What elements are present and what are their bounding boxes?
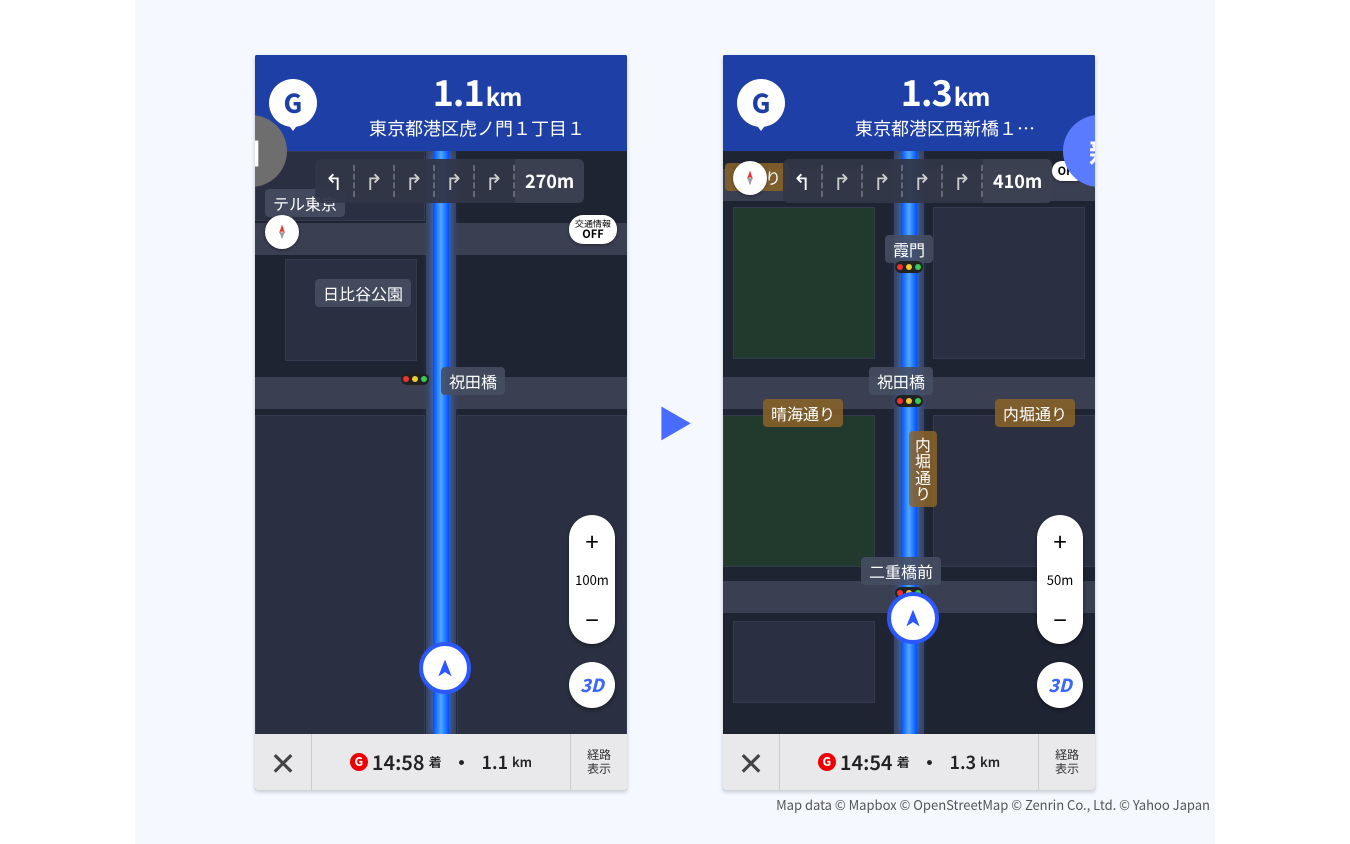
destination-address: 東京都港区虎ノ門１丁目１ — [327, 115, 627, 141]
compass-button[interactable] — [733, 161, 767, 195]
phone-old: 旧 G 1.1km 東京都港区虎ノ門１丁目１ ↰ ↱ ↱ ↱ ↱ — [255, 55, 627, 790]
goal-icon: G — [269, 79, 317, 127]
eta-distance-value: 1.3 — [950, 749, 976, 775]
comparison-row: 旧 G 1.1km 東京都港区虎ノ門１丁目１ ↰ ↱ ↱ ↱ ↱ — [255, 55, 1095, 790]
eta-suffix: 着 — [897, 752, 910, 771]
remaining-distance-value: 1.1 — [433, 65, 484, 117]
map-attribution: Map data © Mapbox © OpenStreetMap © Zenr… — [0, 795, 1210, 814]
poi-uchibori: 内堀通り — [995, 399, 1075, 427]
goal-small-icon: G — [818, 753, 836, 771]
remaining-distance: 1.1km — [327, 65, 627, 117]
lane-arrow-icon: ↱ — [435, 165, 475, 197]
eta-suffix: 着 — [429, 752, 442, 771]
lane-arrow-icon: ↰ — [783, 165, 823, 197]
lane-distance: 270m — [515, 159, 584, 203]
poi-park: 日比谷公園 — [315, 279, 411, 307]
close-button[interactable]: ✕ — [723, 734, 780, 790]
lane-arrow-icon: ↱ — [903, 165, 943, 197]
zoom-scale-label: 100m — [569, 566, 615, 593]
traffic-info-toggle[interactable]: 交通情報 OFF — [569, 215, 617, 245]
current-location-icon — [419, 642, 471, 694]
current-location-icon — [887, 592, 939, 644]
eta-distance-value: 1.1 — [482, 749, 508, 775]
route-display-button[interactable]: 経路 表示 — [570, 734, 627, 790]
lane-arrow-icon: ↱ — [863, 165, 903, 197]
eta-time: 14:58 — [372, 747, 425, 776]
zoom-control: + 50m − — [1037, 515, 1083, 644]
arrow-right-icon: ▶ — [657, 396, 693, 448]
lane-arrow-icon: ↱ — [943, 165, 983, 197]
lane-arrow-icon: ↰ — [315, 165, 355, 197]
poi-bridge: 祝田橋 — [441, 367, 505, 395]
route-btn-l2: 表示 — [587, 762, 611, 775]
route-btn-l2: 表示 — [1055, 762, 1079, 775]
poi-kasumi: 霞門 — [885, 235, 933, 263]
lane-distance: 410m — [983, 159, 1052, 203]
destination-address: 東京都港区西新橋１… — [795, 115, 1095, 141]
traffic-light-icon — [895, 261, 923, 273]
zoom-scale-label: 50m — [1037, 566, 1083, 593]
traffic-info-state: OFF — [575, 228, 611, 240]
route-display-button[interactable]: 経路 表示 — [1038, 734, 1095, 790]
lane-arrow-icon: ↱ — [475, 165, 515, 197]
poi-harumi: 晴海通り — [763, 399, 843, 427]
remaining-distance-unit: km — [486, 78, 522, 113]
zoom-in-button[interactable]: + — [1037, 515, 1083, 566]
lane-arrow-icon: ↱ — [395, 165, 435, 197]
eta-distance-unit: km — [980, 752, 1000, 771]
remaining-distance-value: 1.3 — [901, 65, 952, 117]
remaining-distance-unit: km — [954, 78, 990, 113]
map-canvas[interactable]: 霞門 祝田橋 晴海通り 内堀通り 内堀通り 谷通り 二重橋前 OFF — [723, 151, 1095, 734]
poi-nijubashi: 二重橋前 — [861, 557, 941, 585]
eta-time: 14:54 — [840, 747, 893, 776]
nav-header: G 1.1km 東京都港区虎ノ門１丁目１ — [255, 55, 627, 151]
3d-toggle-button[interactable]: 3D — [569, 662, 615, 708]
zoom-out-button[interactable]: − — [1037, 593, 1083, 644]
traffic-light-icon — [895, 395, 923, 407]
phone-new: 新 G 1.3km 東京都港区西新橋１… ↰ ↱ ↱ ↱ ↱ — [723, 55, 1095, 790]
remaining-distance: 1.3km — [795, 65, 1095, 117]
close-button[interactable]: ✕ — [255, 734, 312, 790]
nav-header: G 1.3km 東京都港区西新橋１… — [723, 55, 1095, 151]
lane-guidance: ↰ ↱ ↱ ↱ ↱ 410m — [783, 159, 1052, 203]
eta-distance-unit: km — [512, 752, 532, 771]
poi-uchibori-v: 内堀通り — [909, 431, 937, 507]
zoom-in-button[interactable]: + — [569, 515, 615, 566]
map-canvas[interactable]: テル東京 日比谷公園 祝田橋 交通情報 OFF + 100m − — [255, 151, 627, 734]
lane-arrow-icon: ↱ — [355, 165, 395, 197]
zoom-out-button[interactable]: − — [569, 593, 615, 644]
poi-bridge: 祝田橋 — [869, 367, 933, 395]
goal-small-icon: G — [350, 753, 368, 771]
footer-bar: ✕ G 14:54着 ・ 1.3km 経路 表示 — [723, 734, 1095, 790]
eta-display: G 14:58着 ・ 1.1km — [312, 747, 570, 776]
goal-icon: G — [737, 79, 785, 127]
3d-toggle-button[interactable]: 3D — [1037, 662, 1083, 708]
eta-display: G 14:54着 ・ 1.3km — [780, 747, 1038, 776]
lane-arrow-icon: ↱ — [823, 165, 863, 197]
traffic-light-icon — [401, 373, 429, 385]
zoom-control: + 100m − — [569, 515, 615, 644]
lane-guidance: ↰ ↱ ↱ ↱ ↱ 270m — [315, 159, 584, 203]
footer-bar: ✕ G 14:58着 ・ 1.1km 経路 表示 — [255, 734, 627, 790]
compass-button[interactable] — [265, 215, 299, 249]
